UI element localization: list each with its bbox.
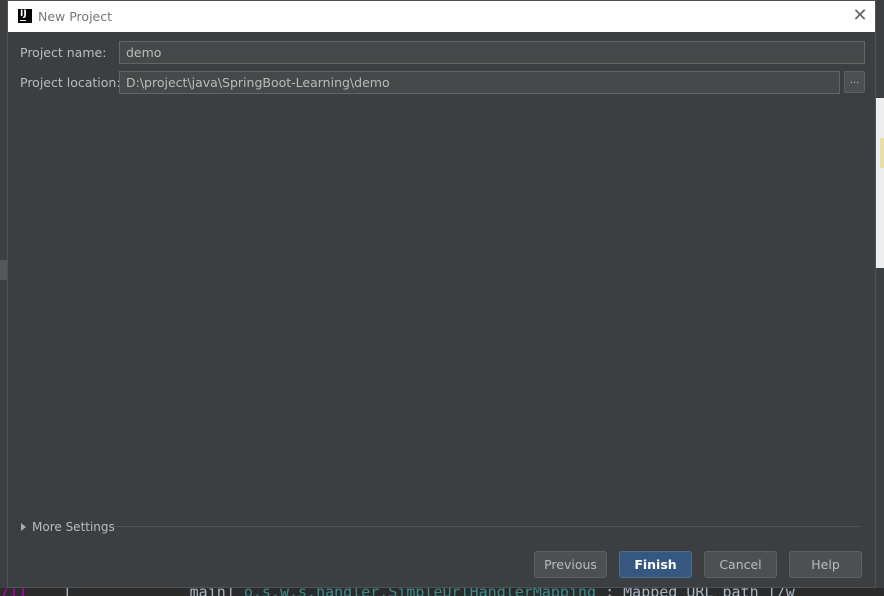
finish-button[interactable]: Finish bbox=[619, 551, 692, 578]
dialog-titlebar[interactable]: IJ New Project ✕ bbox=[8, 1, 875, 32]
project-name-field[interactable] bbox=[119, 41, 865, 64]
console-thread: main] bbox=[190, 588, 235, 596]
console-message: : Mapped URL path [/w bbox=[605, 588, 795, 596]
new-project-dialog: IJ New Project ✕ Project name: Project l… bbox=[7, 0, 876, 588]
console-line-number: 711 bbox=[0, 588, 27, 596]
ide-right-highlight bbox=[880, 138, 884, 168]
previous-button[interactable]: Previous bbox=[534, 551, 607, 578]
triangle-right-icon bbox=[21, 522, 26, 531]
browse-button[interactable]: ... bbox=[844, 71, 865, 93]
more-settings-label: More Settings bbox=[32, 520, 115, 534]
close-icon[interactable]: ✕ bbox=[849, 6, 871, 28]
cancel-button[interactable]: Cancel bbox=[704, 551, 777, 578]
ide-console: 711 [ main] o.s.w.s.handler.SimpleUrlHan… bbox=[0, 588, 884, 596]
ide-right-panel bbox=[876, 0, 884, 596]
console-line: 711 [ main] o.s.w.s.handler.SimpleUrlHan… bbox=[0, 588, 795, 596]
project-location-label: Project location: bbox=[20, 75, 121, 90]
ide-right-light-area bbox=[876, 98, 884, 268]
project-location-field[interactable] bbox=[119, 71, 840, 94]
project-name-label: Project name: bbox=[20, 45, 107, 60]
dialog-title: New Project bbox=[38, 9, 113, 24]
more-settings-separator bbox=[112, 526, 861, 527]
console-bracket: [ bbox=[63, 588, 72, 596]
console-class: o.s.w.s.handler.SimpleUrlHandlerMapping bbox=[244, 588, 596, 596]
intellij-idea-icon: IJ bbox=[18, 9, 32, 23]
help-button[interactable]: Help bbox=[789, 551, 862, 578]
more-settings-toggle[interactable]: More Settings bbox=[21, 520, 115, 534]
